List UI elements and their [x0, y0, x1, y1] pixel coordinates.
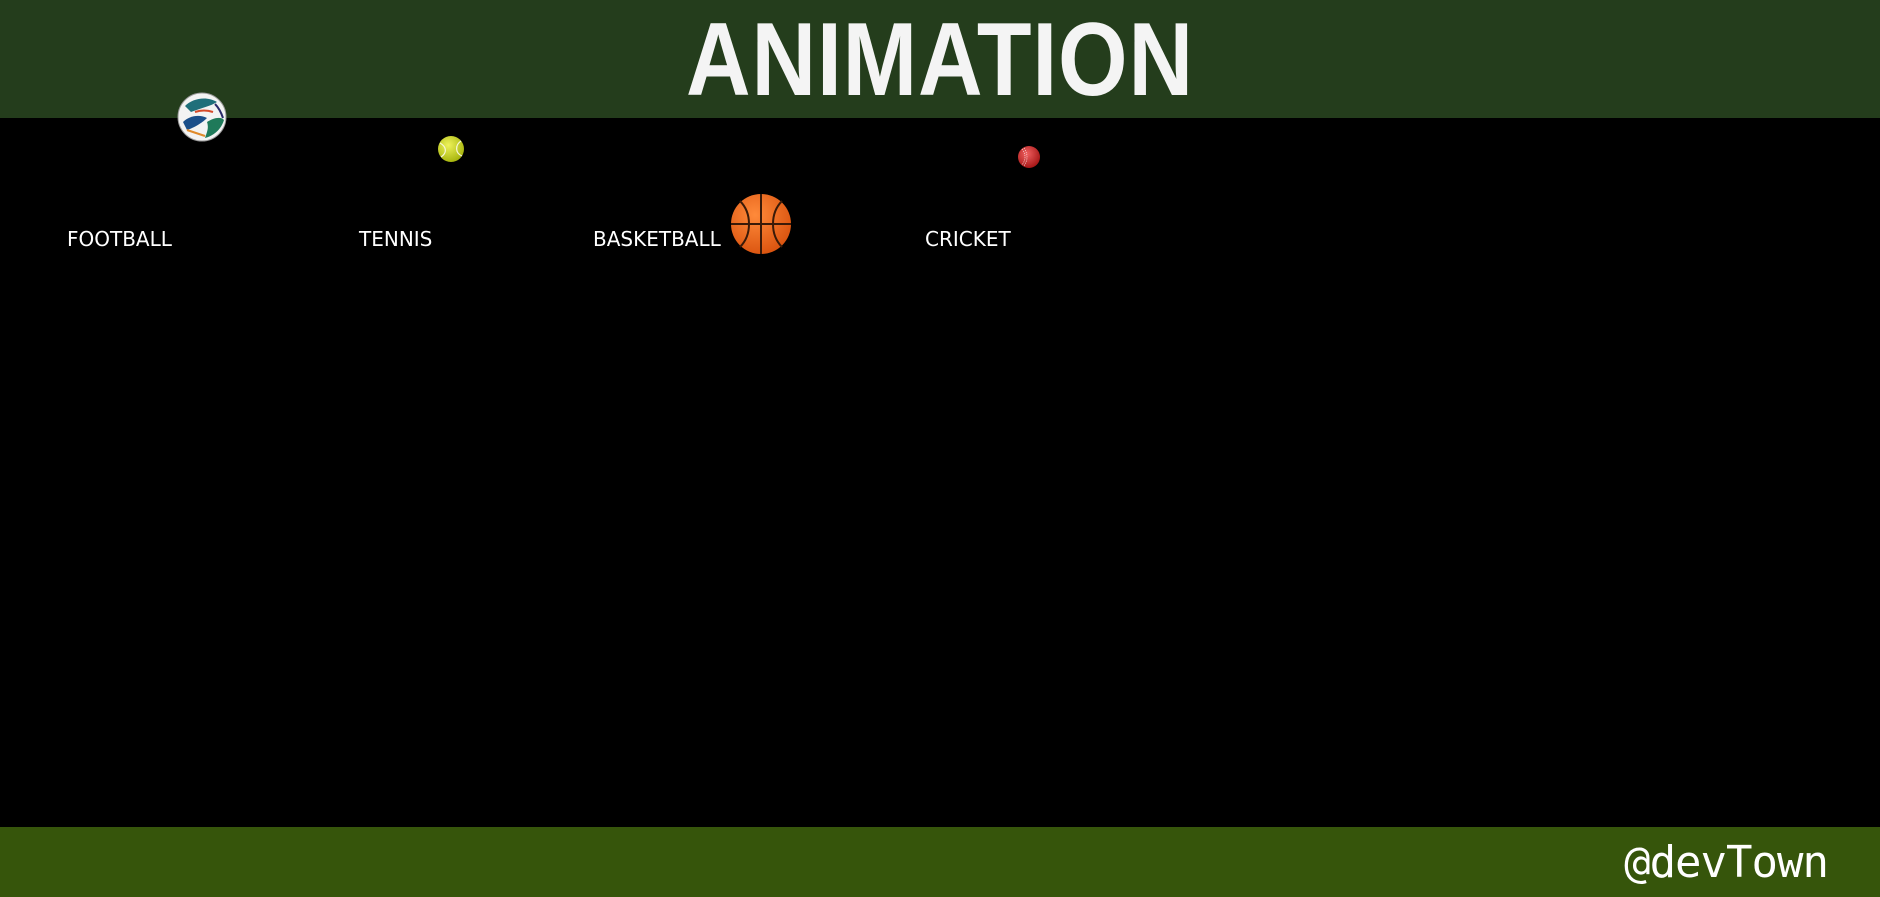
- cricket-ball-icon: [1018, 146, 1040, 168]
- football-ball-icon: [177, 92, 227, 142]
- footer-bar: [0, 827, 1880, 897]
- sport-label-football: FOOTBALL: [67, 227, 172, 251]
- page-title: ANIMATION: [686, 2, 1194, 118]
- sport-label-cricket: CRICKET: [925, 227, 1011, 251]
- brand-text: @devTown: [1624, 837, 1829, 888]
- sport-label-tennis: TENNIS: [359, 227, 433, 251]
- tennis-ball-icon: [438, 136, 464, 162]
- sport-label-basketball: BASKETBALL: [593, 227, 721, 251]
- page: ANIMATION FOOTBALL TENNIS BASKETBALL CRI…: [0, 0, 1880, 897]
- basketball-icon: [731, 194, 791, 254]
